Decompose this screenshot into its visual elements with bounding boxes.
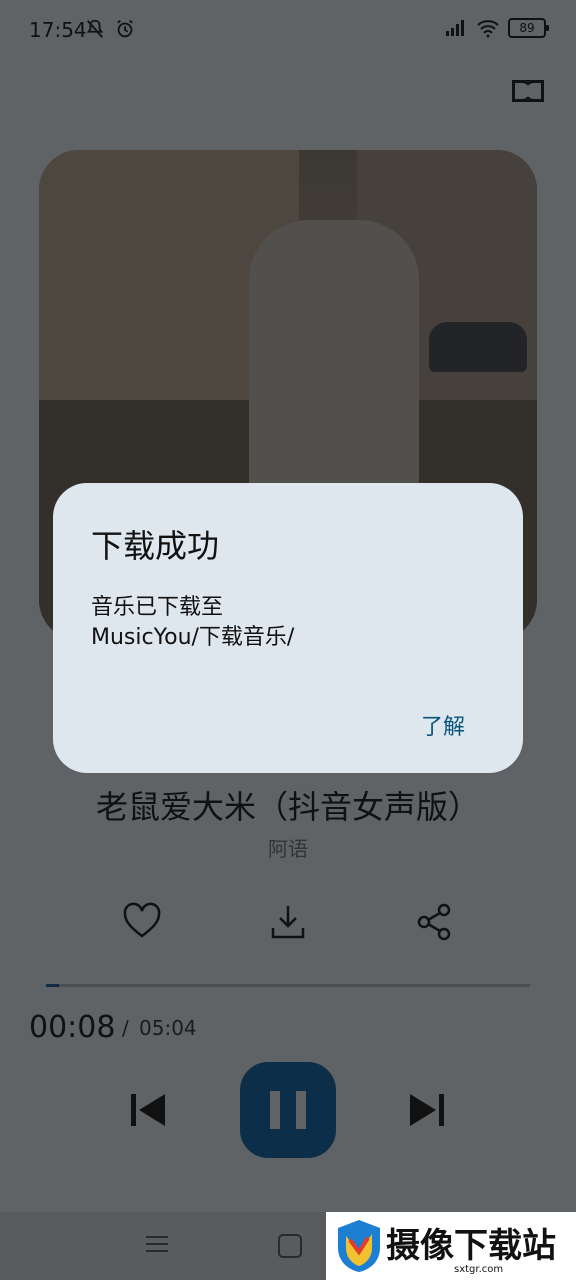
dialog-message: 音乐已下载至 MusicYou/下载音乐/ bbox=[91, 593, 491, 653]
dialog-ok-button[interactable]: 了解 bbox=[421, 709, 465, 741]
shield-logo-icon bbox=[338, 1220, 380, 1272]
skip-next-icon[interactable] bbox=[408, 1090, 448, 1130]
status-bar: 17:54 89 bbox=[0, 0, 576, 60]
status-icons-left bbox=[84, 18, 136, 40]
dialog-title: 下载成功 bbox=[91, 527, 220, 565]
heart-icon[interactable] bbox=[120, 900, 164, 944]
wifi-icon bbox=[477, 20, 499, 38]
watermark-url: sxtgr.com bbox=[454, 1264, 504, 1275]
progress-bar[interactable] bbox=[46, 984, 530, 987]
dolby-icon bbox=[512, 80, 544, 102]
total-time: 05:04 bbox=[139, 1016, 197, 1040]
album-art-car bbox=[429, 322, 527, 372]
current-time: 00:08 bbox=[29, 1010, 116, 1045]
progress-fill bbox=[46, 984, 59, 987]
status-icons-right: 89 bbox=[444, 18, 549, 38]
watermark-text: 摄像下载站 bbox=[386, 1226, 556, 1266]
battery-indicator: 89 bbox=[508, 18, 549, 38]
artist-name[interactable]: 阿语 bbox=[0, 833, 576, 862]
muted-bell-icon bbox=[86, 19, 104, 38]
dialog-message-line1: 音乐已下载至 bbox=[91, 595, 224, 620]
song-title: 老鼠爱大米（抖音女声版） bbox=[95, 788, 480, 826]
alarm-icon bbox=[117, 19, 133, 38]
download-icon[interactable] bbox=[266, 900, 310, 944]
skip-previous-icon[interactable] bbox=[127, 1090, 167, 1130]
download-success-dialog: 下载成功 音乐已下载至 MusicYou/下载音乐/ 了解 bbox=[53, 483, 523, 773]
pause-button[interactable] bbox=[240, 1062, 336, 1158]
pause-icon bbox=[270, 1091, 306, 1129]
home-icon[interactable] bbox=[278, 1234, 302, 1258]
watermark: 摄像下载站 sxtgr.com bbox=[326, 1212, 576, 1280]
action-row bbox=[0, 900, 576, 944]
status-time: 17:54 bbox=[29, 18, 87, 42]
share-icon[interactable] bbox=[412, 900, 456, 944]
time-separator: / bbox=[122, 1016, 129, 1040]
menu-icon[interactable] bbox=[146, 1234, 168, 1254]
signal-icon bbox=[446, 20, 464, 36]
dialog-message-line2: MusicYou/下载音乐/ bbox=[91, 625, 295, 650]
